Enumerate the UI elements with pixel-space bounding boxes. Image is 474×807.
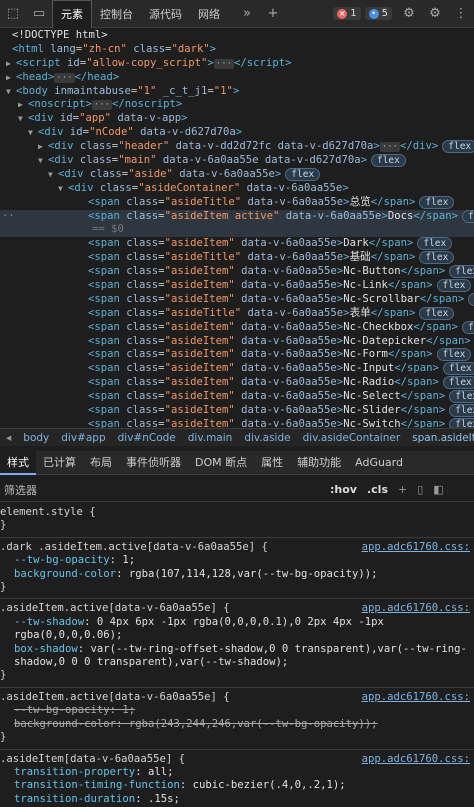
style-rule[interactable]: .dark .asideItem.active[data-v-6a0aa55e]…: [0, 538, 474, 600]
devtools-toolbar: ⬚ ▭ 元素 控制台 源代码 网络 » + × 1 • 5 ⚙ ⚙ ⋮: [0, 0, 474, 28]
breadcrumb-item[interactable]: div.main: [182, 432, 239, 444]
inspect-icon[interactable]: ⬚: [0, 0, 26, 28]
dom-node-line[interactable]: ▼ <div class="main" data-v-6a0aa55e data-…: [0, 154, 474, 168]
dom-node-line[interactable]: <span class="asideItem" data-v-6a0aa55e>…: [0, 390, 474, 404]
dom-node-line[interactable]: ▶ <head> ··· </head>: [0, 71, 474, 85]
dom-node-line[interactable]: <span class="asideTitle" data-v-6a0aa55e…: [0, 251, 474, 265]
add-tab-icon[interactable]: +: [260, 0, 286, 28]
style-property[interactable]: --tw-bg-opacity: 1;: [0, 704, 474, 717]
filter-input[interactable]: 筛选器: [0, 482, 330, 498]
dom-node-line[interactable]: <span class="asideItem" data-v-6a0aa55e>…: [0, 348, 474, 362]
more-tabs-icon[interactable]: »: [234, 0, 260, 28]
paint-icon[interactable]: ▯: [417, 483, 423, 496]
dom-node-line[interactable]: <span class="asideItem" data-v-6a0aa55e>…: [0, 265, 474, 279]
breadcrumb-item[interactable]: body: [17, 432, 55, 444]
rule-close: }: [0, 669, 7, 682]
panel-tab[interactable]: 已计算: [36, 451, 83, 475]
dom-node-line[interactable]: <span class="asideItem" data-v-6a0aa55e>…: [0, 417, 474, 428]
style-property[interactable]: --tw-bg-opacity: 1;: [0, 554, 474, 567]
tab-sources[interactable]: 源代码: [141, 0, 190, 28]
style-property[interactable]: --tw-shadow: 0 4px 6px -1px rgba(0,0,0,0…: [0, 616, 474, 643]
breadcrumb-item[interactable]: div.aside: [238, 432, 296, 444]
dom-node-line[interactable]: <span class="asideItem" data-v-6a0aa55e>…: [0, 335, 474, 349]
rule-close: }: [0, 581, 7, 594]
panel-tab[interactable]: 样式: [0, 450, 36, 475]
tab-network[interactable]: 网络: [190, 0, 228, 28]
panel-tab[interactable]: 事件侦听器: [119, 451, 188, 475]
dom-node-line[interactable]: <span class="asideItem" data-v-6a0aa55e>…: [0, 320, 474, 335]
style-rule[interactable]: element.style {}: [0, 503, 474, 538]
breadcrumb: ◂ body div#app div#nCode div.main div.aside d…: [0, 428, 474, 446]
style-property[interactable]: background-color: rgba(243,244,246,var(-…: [0, 718, 474, 731]
rule-source-link[interactable]: app.adc61760.css:: [362, 691, 470, 704]
style-property[interactable]: transition-duration: .15s;: [0, 793, 474, 806]
rule-source-link[interactable]: app.adc61760.css:: [362, 541, 470, 554]
dom-tree[interactable]: <!DOCTYPE html> <html lang="zh-cn" class=…: [0, 29, 474, 428]
dom-node-line[interactable]: ▶ <script id="allow-copy_script"> ··· </scr…: [0, 57, 474, 71]
panel-tabs: 样式 已计算 布局 事件侦听器 DOM 断点 属性 辅助功能 AdGuard: [0, 450, 474, 475]
error-count-badge[interactable]: × 1: [333, 7, 361, 20]
tab-elements[interactable]: 元素: [52, 0, 92, 28]
hov-button[interactable]: :hov: [330, 483, 357, 496]
rule-source-link[interactable]: app.adc61760.css:: [362, 753, 470, 766]
styles-pane[interactable]: element.style {} .dark .asideItem.active[…: [0, 503, 474, 807]
dom-node-line[interactable]: <html lang="zh-cn" class="dark">: [0, 43, 474, 57]
dom-node-line[interactable]: <span class="asideItem" data-v-6a0aa55e>…: [0, 376, 474, 390]
style-rule[interactable]: .asideItem.active[data-v-6a0aa55e] {app.…: [0, 688, 474, 750]
style-rule[interactable]: .asideItem.active[data-v-6a0aa55e] {app.…: [0, 599, 474, 688]
panel-tab[interactable]: 布局: [83, 451, 119, 475]
error-icon: ×: [337, 8, 348, 19]
message-count: 5: [381, 8, 388, 19]
dom-node-line[interactable]: <span class="asideItem" data-v-6a0aa55e>…: [0, 292, 474, 307]
more-options-icon[interactable]: ⋮: [448, 0, 474, 28]
settings-icon[interactable]: ⚙: [422, 0, 448, 28]
breadcrumb-item[interactable]: div#nCode: [112, 432, 182, 444]
device-toggle-icon[interactable]: ▭: [26, 0, 52, 28]
panel-tab[interactable]: AdGuard: [348, 451, 410, 475]
customize-icon[interactable]: ⚙: [396, 0, 422, 28]
dom-node-line[interactable]: ▼ <div class="asideContainer" data-v-6a0a…: [0, 182, 474, 196]
panel-tab[interactable]: 属性: [254, 451, 290, 475]
dom-node-line[interactable]: <span class="asideItem" data-v-6a0aa55e>…: [0, 404, 474, 418]
cls-button[interactable]: .cls: [367, 483, 388, 496]
panel-tab[interactable]: 辅助功能: [290, 451, 348, 475]
rule-source-link[interactable]: app.adc61760.css:: [362, 602, 470, 615]
dom-node-line[interactable]: ▼ <div id="app" data-v-app>: [0, 112, 474, 126]
error-count: 1: [350, 8, 357, 19]
dom-node-line[interactable]: ▶ <div class="header" data-v-dd2d72fc dat…: [0, 140, 474, 154]
toggle-sidebar-icon[interactable]: ◧: [433, 483, 443, 496]
dom-node-line[interactable]: <!DOCTYPE html>: [0, 29, 474, 43]
scroll-left-icon[interactable]: ◂: [0, 432, 17, 444]
style-property[interactable]: background-color: rgba(107,114,128,var(-…: [0, 568, 474, 581]
breadcrumb-item[interactable]: div.asideContainer: [297, 432, 407, 444]
breadcrumb-item[interactable]: div#app: [55, 432, 111, 444]
rule-close: }: [0, 519, 7, 532]
new-rule-icon[interactable]: +: [398, 483, 407, 496]
dom-node-line[interactable]: <span class="asideItem" data-v-6a0aa55e>…: [0, 237, 474, 251]
dom-node-line[interactable]: == $0: [0, 223, 474, 238]
rule-close: }: [0, 731, 7, 744]
message-icon: •: [368, 8, 379, 19]
filter-bar: 筛选器 :hov .cls + ▯ ◧: [0, 478, 474, 502]
tab-console[interactable]: 控制台: [92, 0, 141, 28]
dom-node-line[interactable]: ▼ <body inmaintabuse="1" _c_t_j1="1">: [0, 85, 474, 99]
dom-node-line[interactable]: ▼ <div id="nCode" data-v-d627d70a>: [0, 126, 474, 140]
style-property[interactable]: transition-timing-function: cubic-bezier…: [0, 779, 474, 792]
dom-node-line[interactable]: <span class="asideItem" data-v-6a0aa55e>…: [0, 279, 474, 293]
breadcrumb-item[interactable]: span.asideItem.active: [406, 432, 474, 444]
dom-node-line[interactable]: ▼ <div class="aside" data-v-6a0aa55e> flex: [0, 167, 474, 182]
rule-selector: element.style {: [0, 506, 96, 518]
panel-tab[interactable]: DOM 断点: [188, 451, 254, 475]
dom-node-line[interactable]: ·· <span class="asideItem active" data-v-…: [0, 209, 474, 224]
message-count-badge[interactable]: • 5: [364, 7, 392, 20]
dom-node-line[interactable]: <span class="asideTitle" data-v-6a0aa55e…: [0, 306, 474, 321]
dom-node-line[interactable]: <span class="asideItem" data-v-6a0aa55e>…: [0, 362, 474, 376]
dom-node-line[interactable]: ▶ <noscript> ··· </noscript>: [0, 98, 474, 112]
style-property[interactable]: box-shadow: var(--tw-ring-offset-shadow,…: [0, 643, 474, 670]
style-rule[interactable]: .asideItem[data-v-6a0aa55e] {app.adc6176…: [0, 750, 474, 807]
dom-node-line[interactable]: <span class="asideTitle" data-v-6a0aa55e…: [0, 195, 474, 210]
style-property[interactable]: transition-property: all;: [0, 766, 474, 779]
